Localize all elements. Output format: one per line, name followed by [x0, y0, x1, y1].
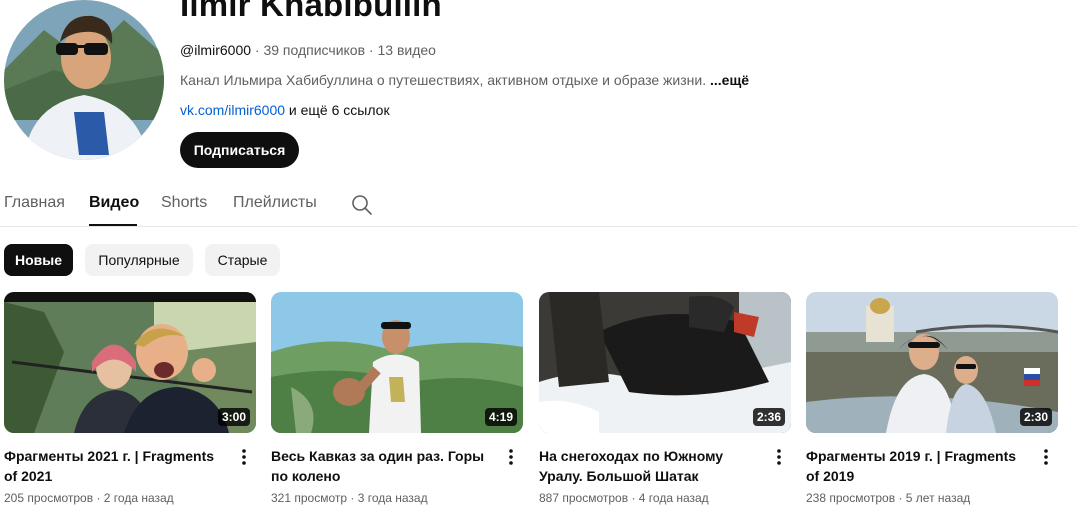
- search-icon[interactable]: [351, 194, 373, 216]
- video-thumbnail[interactable]: 2:30: [806, 292, 1058, 433]
- channel-meta: @ilmir6000 · 39 подписчиков · 13 видео: [180, 42, 436, 58]
- meta-separator: ·: [96, 491, 101, 505]
- more-vert-icon[interactable]: [507, 448, 515, 466]
- tab-home[interactable]: Главная: [4, 194, 65, 212]
- video-card[interactable]: 3:00 Фрагменты 2021 г. | Fragments of 20…: [4, 292, 256, 505]
- more-links[interactable]: и ещё 6 ссылок: [289, 102, 390, 118]
- more-vert-icon[interactable]: [1042, 448, 1050, 466]
- description-more-link[interactable]: ...ещё: [710, 72, 749, 88]
- video-title[interactable]: На снегоходах по Южному Уралу. Большой Ш…: [539, 446, 765, 486]
- video-views: 205 просмотров: [4, 491, 94, 505]
- video-duration: 2:30: [1019, 408, 1052, 426]
- meta-separator: ·: [254, 42, 260, 58]
- channel-name: Ilmir Khabibullin: [180, 0, 442, 23]
- meta-separator: ·: [350, 491, 355, 505]
- meta-separator: ·: [898, 491, 903, 505]
- video-title[interactable]: Фрагменты 2019 г. | Fragments of 2019: [806, 446, 1032, 486]
- video-age: 5 лет назад: [905, 491, 971, 505]
- video-duration: 4:19: [484, 408, 517, 426]
- video-count: 13 видео: [377, 42, 436, 58]
- tab-playlists[interactable]: Плейлисты: [233, 194, 317, 212]
- video-age: 4 года назад: [638, 491, 709, 505]
- video-meta: 321 просмотр · 3 года назад: [271, 491, 428, 505]
- video-meta: 205 просмотров · 2 года назад: [4, 491, 174, 505]
- more-vert-icon[interactable]: [240, 448, 248, 466]
- video-thumbnail[interactable]: 4:19: [271, 292, 523, 433]
- channel-links: vk.com/ilmir6000 и ещё 6 ссылок: [180, 102, 390, 118]
- chip-oldest[interactable]: Старые: [205, 244, 280, 276]
- channel-description[interactable]: Канал Ильмира Хабибуллина о путешествиях…: [180, 72, 749, 88]
- video-views: 887 просмотров: [539, 491, 629, 505]
- video-meta: 238 просмотров · 5 лет назад: [806, 491, 970, 505]
- video-title[interactable]: Весь Кавказ за один раз. Горы по колено: [271, 446, 497, 486]
- video-thumbnail[interactable]: 2:36: [539, 292, 791, 433]
- meta-separator: ·: [631, 491, 636, 505]
- video-card[interactable]: 2:30 Фрагменты 2019 г. | Fragments of 20…: [806, 292, 1058, 505]
- video-thumbnail[interactable]: 3:00: [4, 292, 256, 433]
- video-title[interactable]: Фрагменты 2021 г. | Fragments of 2021: [4, 446, 230, 486]
- description-text: Канал Ильмира Хабибуллина о путешествиях…: [180, 72, 707, 88]
- video-age: 2 года назад: [103, 491, 174, 505]
- video-views: 321 просмотр: [271, 491, 348, 505]
- video-duration: 3:00: [217, 408, 250, 426]
- chip-newest[interactable]: Новые: [4, 244, 73, 276]
- video-card[interactable]: 4:19 Весь Кавказ за один раз. Горы по ко…: [271, 292, 523, 505]
- video-age: 3 года назад: [357, 491, 428, 505]
- channel-link[interactable]: vk.com/ilmir6000: [180, 102, 285, 118]
- video-card[interactable]: 2:36 На снегоходах по Южному Уралу. Боль…: [539, 292, 791, 505]
- tab-shorts[interactable]: Shorts: [161, 194, 207, 212]
- subscriber-count: 39 подписчиков: [263, 42, 366, 58]
- video-views: 238 просмотров: [806, 491, 896, 505]
- tab-videos[interactable]: Видео: [89, 194, 139, 212]
- chip-popular[interactable]: Популярные: [85, 244, 193, 276]
- more-vert-icon[interactable]: [775, 448, 783, 466]
- tabs-divider: [0, 226, 1077, 227]
- channel-handle: @ilmir6000: [180, 42, 252, 58]
- subscribe-button[interactable]: Подписаться: [180, 132, 299, 168]
- channel-avatar[interactable]: [4, 0, 164, 160]
- meta-separator: ·: [368, 42, 374, 58]
- video-meta: 887 просмотров · 4 года назад: [539, 491, 709, 505]
- video-duration: 2:36: [752, 408, 785, 426]
